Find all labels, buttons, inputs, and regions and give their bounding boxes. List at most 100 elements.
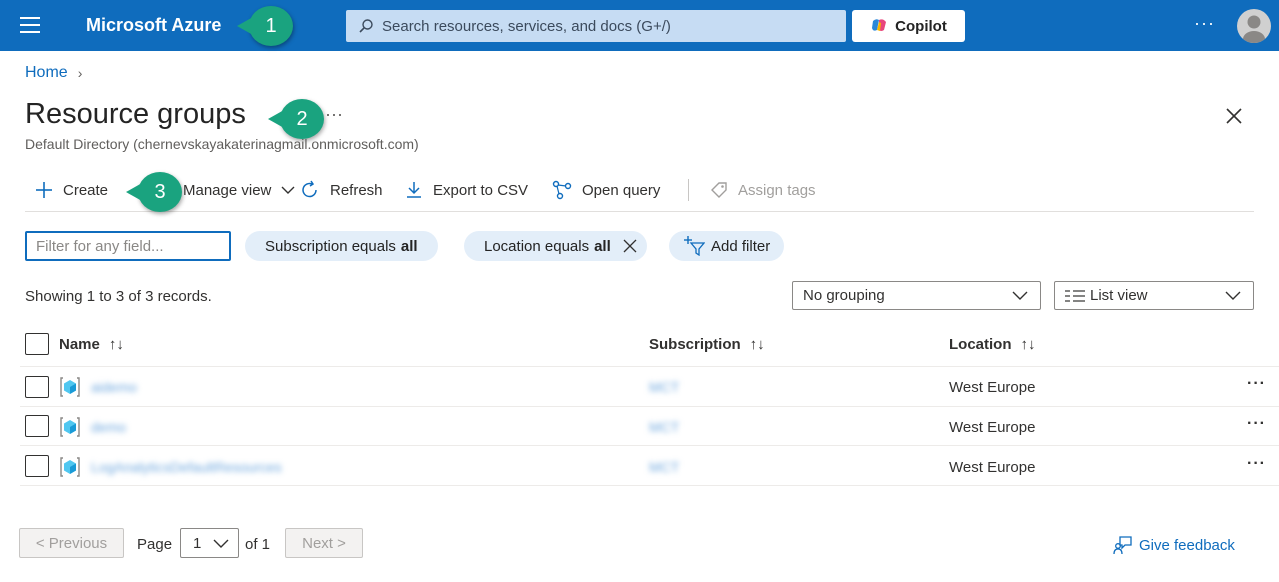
- command-bar: Create Manage view Refresh Export to CSV…: [25, 175, 1254, 212]
- page-title: Resource groups: [25, 98, 246, 130]
- subscription-filter-pill[interactable]: Subscription equals all: [245, 231, 438, 261]
- brand-title[interactable]: Microsoft Azure: [86, 15, 221, 36]
- page-label: Page: [137, 536, 173, 553]
- resource-group-icon: [60, 377, 80, 397]
- grouping-value: No grouping: [803, 287, 885, 304]
- assign-tags-label: Assign tags: [738, 181, 816, 199]
- page-subtitle: Default Directory (chernevskayakaterinag…: [25, 136, 419, 152]
- refresh-label: Refresh: [330, 181, 383, 199]
- search-icon: [359, 19, 373, 33]
- refresh-icon: [302, 180, 317, 198]
- location-cell: West Europe: [949, 379, 1036, 396]
- next-button[interactable]: Next >: [285, 528, 363, 558]
- subscription-link[interactable]: MCT: [649, 379, 679, 395]
- global-search-input[interactable]: Search resources, services, and docs (G+…: [346, 10, 846, 42]
- location-cell: West Europe: [949, 419, 1036, 436]
- view-dropdown[interactable]: List view: [1054, 281, 1254, 310]
- location-filter-pill[interactable]: Location equals all: [464, 231, 647, 261]
- hamburger-menu-icon[interactable]: [20, 17, 40, 33]
- row-more-icon[interactable]: ···: [1247, 375, 1266, 393]
- resource-group-name-link[interactable]: LogAnalyticsDefaultResources: [91, 459, 282, 475]
- page-select[interactable]: 1: [180, 528, 239, 558]
- give-feedback-link[interactable]: Give feedback: [1113, 535, 1235, 555]
- chevron-down-icon: [1012, 291, 1028, 300]
- chevron-right-icon: ›: [77, 65, 83, 81]
- row-checkbox[interactable]: [25, 455, 49, 477]
- open-query-label: Open query: [582, 181, 661, 199]
- filter-input[interactable]: [25, 231, 231, 261]
- callout-2: 2: [268, 99, 324, 139]
- column-header-name[interactable]: Name ↑↓: [59, 336, 124, 353]
- query-icon: [552, 180, 572, 200]
- export-csv-button[interactable]: Export to CSV: [405, 179, 528, 201]
- previous-button[interactable]: < Previous: [19, 528, 124, 558]
- grouping-dropdown[interactable]: No grouping: [792, 281, 1041, 310]
- add-filter-icon: [684, 236, 705, 256]
- row-checkbox[interactable]: [25, 376, 49, 398]
- chevron-down-icon: [281, 186, 295, 194]
- tag-icon: [711, 182, 727, 198]
- create-button[interactable]: Create: [35, 179, 108, 201]
- row-divider: [20, 406, 1279, 407]
- row-more-icon[interactable]: ···: [1247, 455, 1266, 473]
- more-options-icon[interactable]: ···: [1194, 13, 1215, 34]
- close-icon[interactable]: [623, 239, 637, 253]
- row-divider: [20, 445, 1279, 446]
- sort-icon[interactable]: ↑↓: [750, 336, 765, 353]
- close-icon[interactable]: [1224, 106, 1244, 126]
- page-total-label: of 1: [245, 536, 271, 553]
- top-bar: Microsoft Azure Search resources, servic…: [0, 0, 1279, 51]
- avatar[interactable]: [1237, 9, 1271, 43]
- list-view-icon: [1065, 289, 1085, 302]
- copilot-icon: [872, 19, 887, 31]
- column-location-label: Location: [949, 336, 1012, 353]
- give-feedback-label: Give feedback: [1139, 536, 1235, 554]
- row-checkbox[interactable]: [25, 415, 49, 437]
- select-all-checkbox[interactable]: [25, 333, 49, 355]
- subscription-filter-value: all: [400, 237, 418, 255]
- callout-1: 1: [237, 6, 293, 46]
- open-query-button[interactable]: Open query: [552, 179, 660, 201]
- location-cell: West Europe: [949, 459, 1036, 476]
- copilot-label: Copilot: [895, 17, 947, 35]
- chevron-down-icon: [1225, 291, 1241, 300]
- column-header-location[interactable]: Location ↑↓: [949, 336, 1036, 353]
- add-filter-button[interactable]: Add filter: [669, 231, 785, 261]
- create-label: Create: [63, 181, 109, 199]
- add-filter-label: Add filter: [711, 237, 771, 255]
- sort-icon[interactable]: ↑↓: [109, 336, 124, 353]
- copilot-button[interactable]: Copilot: [852, 10, 965, 42]
- row-divider: [20, 485, 1279, 486]
- assign-tags-button[interactable]: Assign tags: [710, 179, 816, 201]
- view-value: List view: [1090, 287, 1148, 304]
- search-placeholder: Search resources, services, and docs (G+…: [382, 17, 671, 35]
- column-header-subscription[interactable]: Subscription ↑↓: [649, 336, 765, 353]
- export-csv-label: Export to CSV: [433, 181, 529, 199]
- column-subscription-label: Subscription: [649, 336, 741, 353]
- feedback-icon: [1113, 536, 1132, 555]
- column-name-label: Name: [59, 336, 100, 353]
- row-more-icon[interactable]: ···: [1247, 415, 1266, 433]
- records-count: Showing 1 to 3 of 3 records.: [25, 288, 212, 305]
- breadcrumb-home[interactable]: Home: [25, 64, 68, 82]
- resource-group-icon: [60, 417, 80, 437]
- location-filter-label: Location equals: [484, 237, 590, 255]
- resource-group-name-link[interactable]: demo: [91, 419, 126, 435]
- resource-group-name-link[interactable]: aidemo: [91, 379, 137, 395]
- page-select-value: 1: [193, 534, 202, 552]
- download-icon: [407, 182, 421, 198]
- toolbar-divider: [688, 179, 689, 201]
- title-more-icon[interactable]: ···: [325, 104, 343, 125]
- sort-icon[interactable]: ↑↓: [1021, 336, 1036, 353]
- row-divider: [20, 366, 1279, 367]
- resource-group-icon: [60, 457, 80, 477]
- subscription-filter-label: Subscription equals: [265, 237, 396, 255]
- plus-icon: [36, 182, 52, 198]
- subscription-link[interactable]: MCT: [649, 459, 679, 475]
- manage-view-label: Manage view: [183, 181, 272, 199]
- subscription-link[interactable]: MCT: [649, 419, 679, 435]
- refresh-button[interactable]: Refresh: [300, 179, 383, 201]
- breadcrumb: Home ›: [25, 64, 82, 82]
- callout-3: 3: [126, 172, 182, 212]
- chevron-down-icon: [213, 539, 229, 548]
